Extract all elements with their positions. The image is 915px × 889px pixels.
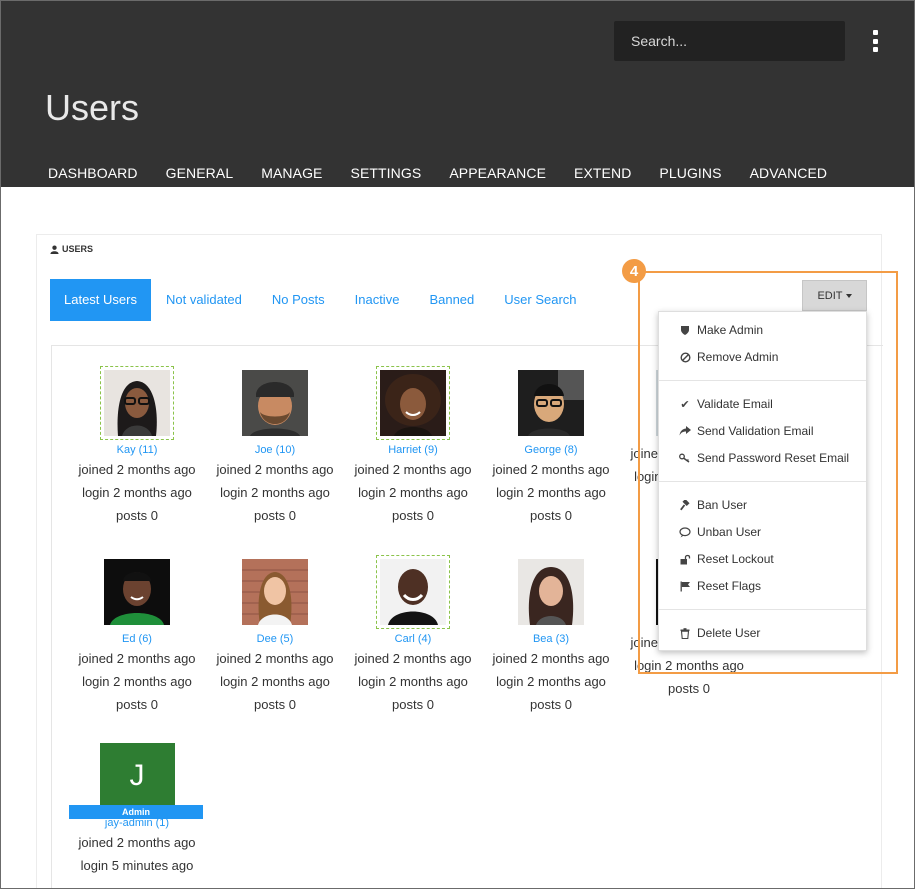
user-card: Dee (5) joined 2 months ago login 2 mont… <box>210 559 340 716</box>
user-card: J Admin jay-admin (1) joined 2 months ag… <box>69 743 203 877</box>
user-joined: joined 2 months ago <box>354 651 472 666</box>
tab-no-posts[interactable]: No Posts <box>257 279 340 321</box>
tab-inactive[interactable]: Inactive <box>340 279 415 321</box>
user-login: login 2 months ago <box>220 674 330 689</box>
user-card: Harriet (9) joined 2 months ago login 2 … <box>348 366 478 527</box>
user-joined: joined 2 months ago <box>78 651 196 666</box>
avatar[interactable] <box>242 370 308 436</box>
avatar[interactable] <box>100 366 174 440</box>
avatar[interactable] <box>518 559 584 625</box>
avatar[interactable] <box>376 366 450 440</box>
nav-plugins[interactable]: PLUGINS <box>659 165 721 181</box>
user-name-link[interactable]: Ed (6) <box>72 631 202 647</box>
user-card: Bea (3) joined 2 months ago login 2 mont… <box>486 559 616 716</box>
user-card: George (8) joined 2 months ago login 2 m… <box>486 370 616 527</box>
user-posts: posts 0 <box>116 508 158 523</box>
nav-dashboard[interactable]: DASHBOARD <box>48 165 138 181</box>
user-posts: posts 0 <box>530 697 572 712</box>
user-login: login 2 months ago <box>496 674 606 689</box>
user-joined: joined 2 months ago <box>216 651 334 666</box>
user-posts: posts 0 <box>116 697 158 712</box>
user-card: Ed (6) joined 2 months ago login 2 month… <box>72 559 202 716</box>
user-joined: joined 2 months ago <box>78 462 196 477</box>
callout-highlight-box <box>638 271 898 674</box>
nav-settings[interactable]: SETTINGS <box>351 165 422 181</box>
user-card: Carl (4) joined 2 months ago login 2 mon… <box>348 555 478 716</box>
more-menu-icon[interactable] <box>867 30 883 52</box>
user-joined: joined 2 months ago <box>78 835 196 850</box>
user-name-link[interactable]: Carl (4) <box>348 631 478 647</box>
user-login: login 2 months ago <box>358 674 468 689</box>
user-joined: joined 2 months ago <box>354 462 472 477</box>
user-card: Kay (11) joined 2 months ago login 2 mon… <box>72 366 202 527</box>
main-nav: DASHBOARD GENERAL MANAGE SETTINGS APPEAR… <box>48 165 855 181</box>
avatar[interactable] <box>242 559 308 625</box>
user-name-link[interactable]: Dee (5) <box>210 631 340 647</box>
avatar-letter: J <box>99 743 175 809</box>
screenshot-frame: Users DASHBOARD GENERAL MANAGE SETTINGS … <box>0 0 915 889</box>
user-joined: joined 2 months ago <box>216 462 334 477</box>
user-joined: joined 2 months ago <box>492 651 610 666</box>
tab-banned[interactable]: Banned <box>414 279 489 321</box>
user-name-link[interactable]: Harriet (9) <box>348 442 478 458</box>
user-posts: posts 0 <box>254 697 296 712</box>
panel-heading-label: USERS <box>62 244 94 254</box>
nav-appearance[interactable]: APPEARANCE <box>449 165 546 181</box>
header: Users DASHBOARD GENERAL MANAGE SETTINGS … <box>1 1 914 187</box>
user-posts: posts 0 <box>668 681 710 696</box>
search-box[interactable] <box>614 21 845 61</box>
nav-general[interactable]: GENERAL <box>166 165 234 181</box>
user-login: login 2 months ago <box>358 485 468 500</box>
user-posts: posts 0 <box>392 508 434 523</box>
tab-user-search[interactable]: User Search <box>489 279 591 321</box>
user-name-link[interactable]: Kay (11) <box>72 442 202 458</box>
page-title: Users <box>45 87 140 128</box>
avatar[interactable] <box>518 370 584 436</box>
search-input[interactable] <box>614 21 845 61</box>
nav-extend[interactable]: EXTEND <box>574 165 631 181</box>
user-posts: posts 0 <box>530 508 572 523</box>
user-card: Joe (10) joined 2 months ago login 2 mon… <box>210 370 340 527</box>
user-login: login 2 months ago <box>220 485 330 500</box>
user-name-link[interactable]: Bea (3) <box>486 631 616 647</box>
user-login: login 2 months ago <box>82 485 192 500</box>
nav-manage[interactable]: MANAGE <box>261 165 322 181</box>
user-name-link[interactable]: Joe (10) <box>210 442 340 458</box>
callout-number-badge: 4 <box>622 259 646 283</box>
user-joined: joined 2 months ago <box>492 462 610 477</box>
user-icon <box>50 245 59 254</box>
admin-badge: Admin <box>69 805 203 819</box>
tab-not-validated[interactable]: Not validated <box>151 279 257 321</box>
user-posts: posts 0 <box>254 508 296 523</box>
user-posts: posts 0 <box>392 697 434 712</box>
tab-latest-users[interactable]: Latest Users <box>50 279 151 321</box>
user-tabs: Latest Users Not validated No Posts Inac… <box>50 279 592 321</box>
user-login: login 2 months ago <box>496 485 606 500</box>
panel-heading: USERS <box>50 244 93 254</box>
avatar[interactable]: J Admin <box>69 743 203 819</box>
user-name-link[interactable]: George (8) <box>486 442 616 458</box>
user-login: login 5 minutes ago <box>80 858 194 873</box>
nav-advanced[interactable]: ADVANCED <box>750 165 828 181</box>
user-login: login 2 months ago <box>82 674 192 689</box>
avatar[interactable] <box>376 555 450 629</box>
avatar[interactable] <box>104 559 170 625</box>
